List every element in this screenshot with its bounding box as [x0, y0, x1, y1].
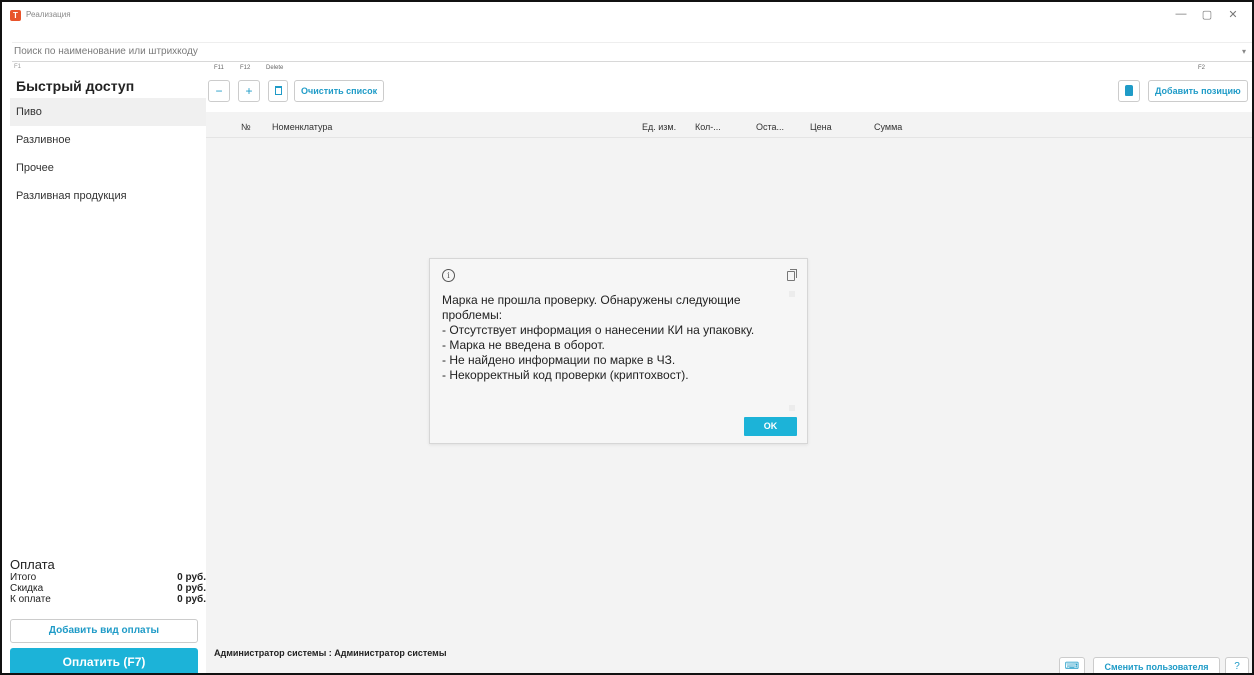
switch-user-button[interactable]: Сменить пользователя	[1093, 657, 1220, 673]
trash-icon	[274, 86, 282, 95]
quick-access-title: Быстрый доступ	[16, 78, 135, 94]
quick-access-item-draft-products[interactable]: Разливная продукция	[10, 182, 206, 210]
payment-discount-value: 0 руб.	[177, 583, 206, 594]
keyboard-icon: ⌨	[1064, 661, 1080, 672]
payment-title: Оплата	[10, 557, 55, 572]
maximize-button[interactable]: ▢	[1198, 8, 1216, 21]
help-icon: ?	[1234, 661, 1240, 672]
decrease-button[interactable]: −	[208, 80, 230, 102]
column-number: №	[241, 122, 251, 132]
payment-due-label: К оплате	[10, 594, 51, 605]
increase-button[interactable]: +	[238, 80, 260, 102]
pay-button[interactable]: Оплатить (F7)	[10, 648, 198, 673]
dialog-message: Марка не прошла проверку. Обнаружены сле…	[442, 293, 755, 382]
column-sum: Сумма	[874, 122, 903, 132]
delete-button[interactable]	[268, 80, 288, 102]
column-quantity: Кол-...	[695, 122, 721, 132]
quick-access-list: Пиво Разливное Прочее Разливная продукци…	[10, 98, 206, 210]
search-input[interactable]: Поиск по наименование или штрихкоду ▾	[12, 42, 1252, 62]
column-price: Цена	[810, 122, 832, 132]
bottle-button[interactable]	[1118, 80, 1140, 102]
search-hotkey-hint: F1	[14, 64, 22, 70]
add-position-button[interactable]: Добавить позицию	[1148, 80, 1248, 102]
hotkey-f11: F11	[214, 65, 224, 71]
table-header: № Номенклатура Ед. изм. Кол-... Оста... …	[206, 116, 1252, 138]
column-unit: Ед. изм.	[642, 122, 677, 132]
window-title: Реализация	[26, 10, 71, 19]
help-button[interactable]: ?	[1225, 657, 1249, 673]
app-window: T Реализация — ▢ ✕ Поиск по наименование…	[0, 0, 1254, 675]
search-placeholder: Поиск по наименование или штрихкоду	[14, 46, 198, 57]
payment-discount-label: Скидка	[10, 583, 44, 594]
bottle-icon	[1125, 85, 1133, 96]
payment-due-row: К оплате 0 руб.	[10, 594, 206, 605]
clear-list-button[interactable]: Очистить список	[294, 80, 385, 102]
minimize-button[interactable]: —	[1172, 8, 1190, 20]
hotkey-f2: F2	[1198, 65, 1206, 71]
title-bar: T Реализация — ▢ ✕	[2, 2, 1252, 32]
payment-total-value: 0 руб.	[177, 572, 206, 583]
payment-due-value: 0 руб.	[177, 594, 206, 605]
payment-total-label: Итого	[10, 572, 37, 583]
payment-summary: Оплата Итого 0 руб. Скидка 0 руб. К опла…	[10, 557, 206, 605]
payment-discount-row: Скидка 0 руб.	[10, 583, 206, 594]
scroll-down-arrow[interactable]	[789, 405, 795, 411]
add-payment-type-button[interactable]: Добавить вид оплаты	[10, 619, 198, 643]
toolbar: F11 F12 Delete − + Очистить список F2 До…	[206, 65, 1252, 112]
quick-access-item-other[interactable]: Прочее	[10, 154, 206, 182]
minus-icon: −	[215, 84, 223, 98]
keyboard-button[interactable]: ⌨	[1059, 657, 1085, 673]
quick-access-item-beer[interactable]: Пиво	[10, 98, 206, 126]
current-user-label: Администратор системы : Администратор си…	[214, 648, 447, 658]
info-icon: i	[442, 269, 455, 282]
quick-access-item-draft[interactable]: Разливное	[10, 126, 206, 154]
column-remainder: Оста...	[756, 122, 785, 132]
hotkey-delete: Delete	[266, 65, 284, 71]
hotkey-f12: F12	[240, 65, 251, 71]
app-logo-icon: T	[10, 10, 21, 21]
plus-icon: +	[245, 84, 253, 98]
column-nomenclature: Номенклатура	[272, 122, 333, 132]
ok-button[interactable]: OK	[744, 417, 797, 436]
copy-icon[interactable]	[787, 269, 797, 281]
verification-error-dialog: i Марка не прошла проверку. Обнаружены с…	[429, 258, 808, 444]
payment-total-row: Итого 0 руб.	[10, 572, 206, 583]
close-button[interactable]: ✕	[1224, 8, 1242, 21]
chevron-down-icon[interactable]: ▾	[1242, 43, 1246, 61]
